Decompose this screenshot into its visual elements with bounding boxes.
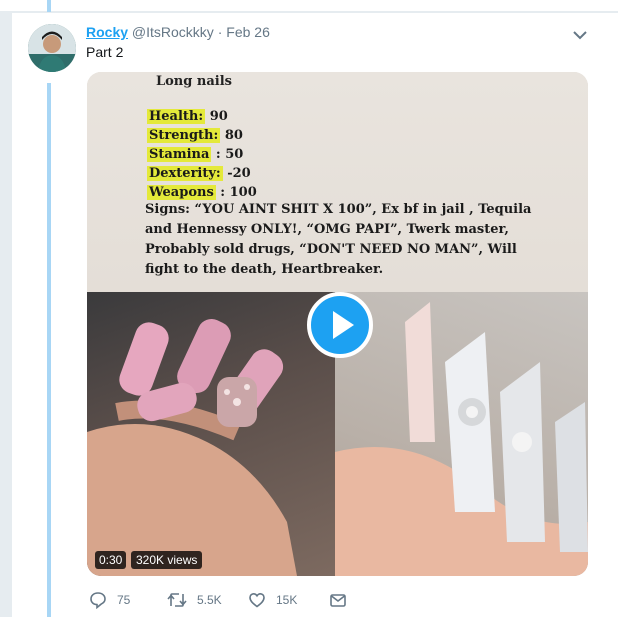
like-button[interactable]: 15K — [248, 590, 297, 610]
envelope-icon — [330, 594, 346, 607]
stat-dexterity: Dexterity: -20 — [147, 166, 251, 181]
play-icon[interactable] — [307, 292, 373, 358]
signs-text: Signs: “YOU AINT SHIT X 100”, Ex bf in j… — [145, 202, 532, 277]
tweet-text: Part 2 — [86, 44, 124, 60]
stat-health: Health: 90 — [147, 109, 228, 124]
stat-weapons: Weapons : 100 — [147, 185, 257, 200]
reply-icon — [90, 592, 106, 609]
reply-button[interactable]: 75 — [89, 590, 130, 610]
stat-stamina: Stamina : 50 — [147, 147, 244, 162]
tweet-date-link[interactable]: Feb 26 — [226, 24, 270, 40]
heart-icon — [249, 592, 265, 608]
video-views: 320K views — [131, 551, 203, 569]
stat-strength: Strength: 80 — [147, 128, 243, 143]
retweet-count: 5.5K — [197, 593, 222, 607]
retweet-icon — [167, 593, 187, 607]
chevron-down-icon[interactable] — [572, 28, 588, 40]
user-handle[interactable]: @ItsRockkky — [132, 24, 214, 40]
retweet-button[interactable]: 5.5K — [167, 590, 222, 610]
paper-title: Long nails — [156, 74, 232, 89]
video-duration: 0:30 — [95, 551, 127, 569]
like-count: 15K — [276, 593, 298, 607]
previous-tweet-edge — [0, 0, 618, 12]
paper-image: Long nails Health: 90 Strength: 80 Stami… — [87, 72, 588, 292]
display-name-link[interactable]: Rocky — [86, 24, 128, 40]
thread-line — [47, 83, 51, 617]
separator-dot: · — [217, 24, 223, 40]
direct-message-button[interactable] — [329, 590, 357, 610]
nails-photo-left — [87, 292, 335, 576]
avatar[interactable] — [28, 24, 76, 72]
reply-count: 75 — [117, 593, 131, 607]
tweet-header: Rocky @ItsRockkky · Feb 26 — [86, 24, 270, 40]
